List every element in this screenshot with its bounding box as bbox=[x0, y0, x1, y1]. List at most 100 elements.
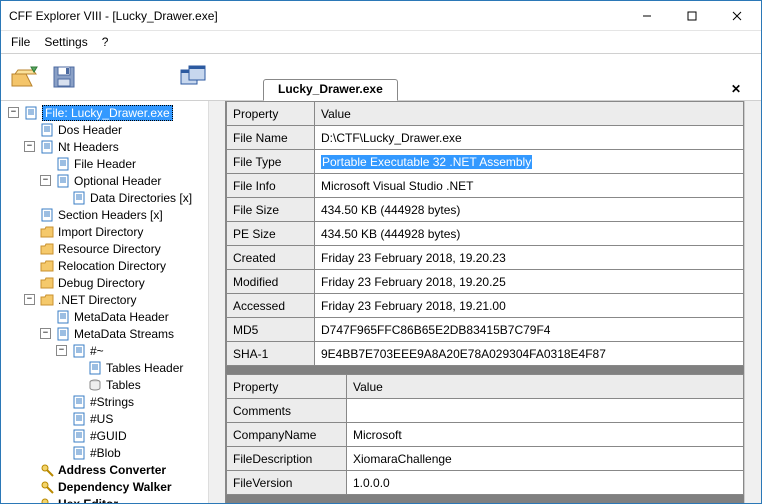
cell-value[interactable] bbox=[347, 399, 744, 423]
tree-item[interactable]: −.NET Directory bbox=[4, 291, 225, 308]
tree-item[interactable]: − #~ bbox=[4, 342, 225, 359]
cell-value[interactable]: Portable Executable 32 .NET Assembly bbox=[315, 150, 744, 174]
menu-file[interactable]: File bbox=[11, 35, 30, 49]
col-property[interactable]: Property bbox=[227, 102, 315, 126]
table-row[interactable]: CompanyNameMicrosoft bbox=[227, 423, 744, 447]
cell-property: File Type bbox=[227, 150, 315, 174]
tree-item[interactable]: −MetaData Streams bbox=[4, 325, 225, 342]
tree-item[interactable]: Import Directory bbox=[4, 223, 225, 240]
tree-item[interactable]: Resource Directory bbox=[4, 240, 225, 257]
tree-item[interactable]: Dependency Walker bbox=[4, 478, 225, 495]
tree-item[interactable]: Relocation Directory bbox=[4, 257, 225, 274]
menu-help[interactable]: ? bbox=[102, 35, 109, 49]
page-icon bbox=[71, 190, 87, 206]
table-row[interactable]: AccessedFriday 23 February 2018, 19.21.0… bbox=[227, 294, 744, 318]
cell-property: Created bbox=[227, 246, 315, 270]
col-property[interactable]: Property bbox=[227, 375, 347, 399]
close-button[interactable] bbox=[714, 2, 759, 30]
tree-item[interactable]: Tables bbox=[4, 376, 225, 393]
tree-item-label: Import Directory bbox=[58, 225, 143, 239]
tree-item[interactable]: −File: Lucky_Drawer.exe bbox=[4, 104, 225, 121]
tree-item[interactable]: #US bbox=[4, 410, 225, 427]
version-info-grid: Property Value CommentsCompanyNameMicros… bbox=[226, 374, 744, 495]
cell-value[interactable]: XiomaraChallenge bbox=[347, 447, 744, 471]
folder-icon bbox=[39, 224, 55, 240]
expand-toggle[interactable]: − bbox=[56, 345, 67, 356]
tree-item[interactable]: #GUID bbox=[4, 427, 225, 444]
cell-property: Comments bbox=[227, 399, 347, 423]
folder-icon bbox=[39, 275, 55, 291]
tree-item[interactable]: File Header bbox=[4, 155, 225, 172]
menu-settings[interactable]: Settings bbox=[44, 35, 87, 49]
tree-item[interactable]: Address Converter bbox=[4, 461, 225, 478]
tree-item[interactable]: −Optional Header bbox=[4, 172, 225, 189]
tree-item[interactable]: #Strings bbox=[4, 393, 225, 410]
table-row[interactable]: SHA-19E4BB7E703EEE9A8A20E78A029304FA0318… bbox=[227, 342, 744, 366]
wand-icon bbox=[39, 479, 55, 495]
minimize-button[interactable] bbox=[624, 2, 669, 30]
table-row[interactable]: PE Size434.50 KB (444928 bytes) bbox=[227, 222, 744, 246]
table-row[interactable]: Comments bbox=[227, 399, 744, 423]
window-title: CFF Explorer VIII - [Lucky_Drawer.exe] bbox=[9, 9, 624, 23]
tree-item[interactable]: −Nt Headers bbox=[4, 138, 225, 155]
page-icon bbox=[71, 394, 87, 410]
table-row[interactable]: FileVersion1.0.0.0 bbox=[227, 471, 744, 495]
tree-item[interactable]: Debug Directory bbox=[4, 274, 225, 291]
tab-file[interactable]: Lucky_Drawer.exe bbox=[263, 79, 398, 101]
cell-value[interactable]: Microsoft bbox=[347, 423, 744, 447]
tree-item[interactable]: MetaData Header bbox=[4, 308, 225, 325]
tab-close-icon[interactable]: ✕ bbox=[731, 82, 741, 96]
cell-value[interactable]: Friday 23 February 2018, 19.20.25 bbox=[315, 270, 744, 294]
cell-value[interactable]: 9E4BB7E703EEE9A8A20E78A029304FA0318E4F87 bbox=[315, 342, 744, 366]
table-row[interactable]: File TypePortable Executable 32 .NET Ass… bbox=[227, 150, 744, 174]
col-value[interactable]: Value bbox=[315, 102, 744, 126]
detail-vscrollbar[interactable] bbox=[744, 101, 761, 503]
save-icon[interactable] bbox=[49, 62, 79, 92]
page-icon bbox=[87, 360, 103, 376]
page-icon bbox=[55, 326, 71, 342]
cell-value[interactable]: D:\CTF\Lucky_Drawer.exe bbox=[315, 126, 744, 150]
cell-value[interactable]: 1.0.0.0 bbox=[347, 471, 744, 495]
expand-toggle[interactable]: − bbox=[40, 328, 51, 339]
title-bar: CFF Explorer VIII - [Lucky_Drawer.exe] bbox=[1, 1, 761, 31]
table-row[interactable]: ModifiedFriday 23 February 2018, 19.20.2… bbox=[227, 270, 744, 294]
tree-item[interactable]: Tables Header bbox=[4, 359, 225, 376]
tree-scrollbar[interactable] bbox=[208, 101, 225, 503]
folder-icon bbox=[39, 292, 55, 308]
cell-value[interactable]: 434.50 KB (444928 bytes) bbox=[315, 222, 744, 246]
table-row[interactable]: CreatedFriday 23 February 2018, 19.20.23 bbox=[227, 246, 744, 270]
maximize-button[interactable] bbox=[669, 2, 714, 30]
cell-value[interactable]: 434.50 KB (444928 bytes) bbox=[315, 198, 744, 222]
expand-toggle[interactable]: − bbox=[8, 107, 19, 118]
open-icon[interactable] bbox=[9, 62, 39, 92]
cell-value[interactable]: Microsoft Visual Studio .NET bbox=[315, 174, 744, 198]
cell-value[interactable]: D747F965FFC86B65E2DB83415B7C79F4 bbox=[315, 318, 744, 342]
cell-property: Accessed bbox=[227, 294, 315, 318]
tree-item[interactable]: Hex Editor bbox=[4, 495, 225, 503]
cell-value[interactable]: Friday 23 February 2018, 19.21.00 bbox=[315, 294, 744, 318]
expand-toggle[interactable]: − bbox=[24, 294, 35, 305]
table-row[interactable]: FileDescriptionXiomaraChallenge bbox=[227, 447, 744, 471]
tree-item[interactable]: Data Directories [x] bbox=[4, 189, 225, 206]
tree-item-label: MetaData Header bbox=[74, 310, 169, 324]
tree-item-label: Dependency Walker bbox=[58, 480, 172, 494]
db-icon bbox=[87, 377, 103, 393]
table-row[interactable]: File NameD:\CTF\Lucky_Drawer.exe bbox=[227, 126, 744, 150]
tree-item-label: Address Converter bbox=[58, 463, 166, 477]
tree-item[interactable]: Section Headers [x] bbox=[4, 206, 225, 223]
table-row[interactable]: File Size434.50 KB (444928 bytes) bbox=[227, 198, 744, 222]
page-icon bbox=[71, 411, 87, 427]
table-row[interactable]: File InfoMicrosoft Visual Studio .NET bbox=[227, 174, 744, 198]
expand-toggle[interactable]: − bbox=[40, 175, 51, 186]
tree-item[interactable]: Dos Header bbox=[4, 121, 225, 138]
windows-icon[interactable] bbox=[179, 62, 209, 92]
cell-property: File Size bbox=[227, 198, 315, 222]
tree-item-label: #~ bbox=[90, 344, 104, 358]
col-value[interactable]: Value bbox=[347, 375, 744, 399]
expand-toggle[interactable]: − bbox=[24, 141, 35, 152]
cell-property: FileVersion bbox=[227, 471, 347, 495]
cell-value[interactable]: Friday 23 February 2018, 19.20.23 bbox=[315, 246, 744, 270]
tree-item[interactable]: #Blob bbox=[4, 444, 225, 461]
page-icon bbox=[39, 122, 55, 138]
table-row[interactable]: MD5D747F965FFC86B65E2DB83415B7C79F4 bbox=[227, 318, 744, 342]
